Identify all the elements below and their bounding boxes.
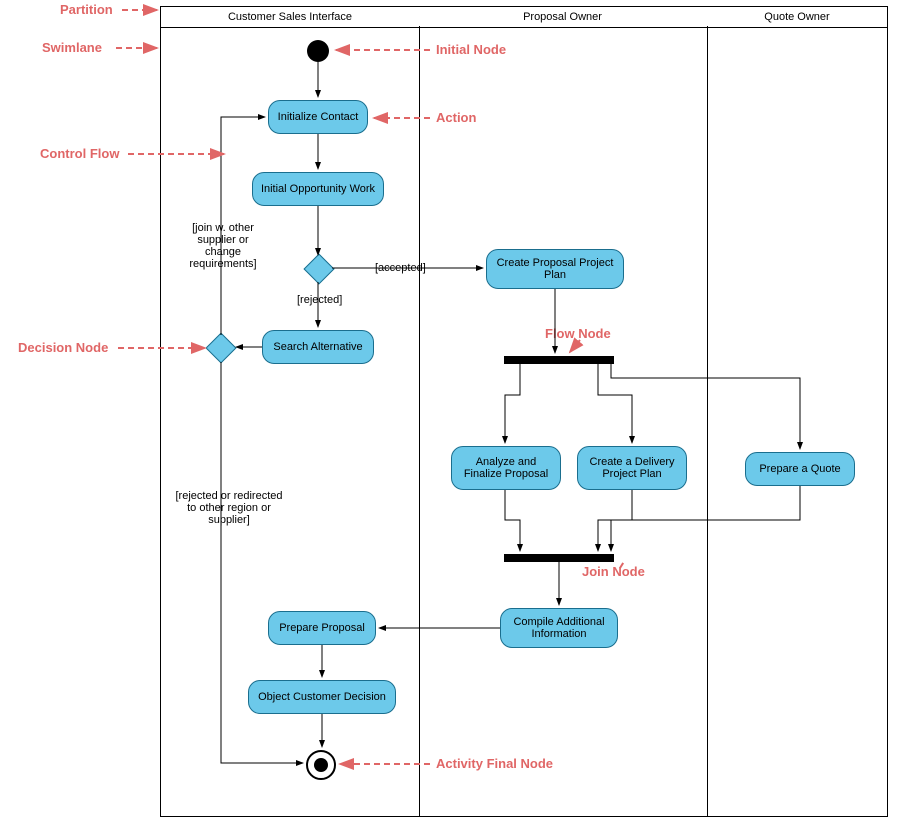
final-node-inner — [314, 758, 328, 772]
lane-header-1: Customer Sales Interface — [160, 6, 420, 28]
callout-decision-node: Decision Node — [18, 340, 108, 355]
callout-control-flow: Control Flow — [40, 146, 119, 161]
guard-join-other: [join w. other supplier or change requir… — [178, 222, 268, 270]
guard-accepted: [accepted] — [375, 262, 426, 274]
callout-final-node: Activity Final Node — [436, 756, 553, 771]
action-analyze-finalize: Analyze and Finalize Proposal — [451, 446, 561, 490]
initial-node — [307, 40, 329, 62]
final-node — [306, 750, 336, 780]
action-search-alternative: Search Alternative — [262, 330, 374, 364]
guard-rejected: [rejected] — [297, 294, 342, 306]
action-prepare-quote: Prepare a Quote — [745, 452, 855, 486]
action-prepare-proposal: Prepare Proposal — [268, 611, 376, 645]
lane-header-2: Proposal Owner — [418, 6, 708, 28]
join-bar — [504, 554, 614, 562]
callout-join-node: Join Node — [582, 564, 645, 579]
callout-action: Action — [436, 110, 476, 125]
action-initialize-contact: Initialize Contact — [268, 100, 368, 134]
guard-rejected-redirect: [rejected or redirected to other region … — [174, 490, 284, 526]
action-object-decision: Object Customer Decision — [248, 680, 396, 714]
callout-swimlane: Swimlane — [42, 40, 102, 55]
action-create-delivery: Create a Delivery Project Plan — [577, 446, 687, 490]
lane-header-3: Quote Owner — [707, 6, 888, 28]
callout-initial-node: Initial Node — [436, 42, 506, 57]
action-create-proposal-plan: Create Proposal Project Plan — [486, 249, 624, 289]
action-compile-info: Compile Additional Information — [500, 608, 618, 648]
lane-2 — [418, 26, 708, 817]
fork-bar — [504, 356, 614, 364]
callout-partition: Partition — [60, 2, 113, 17]
callout-flow-node: Flow Node — [545, 326, 611, 341]
action-initial-opportunity: Initial Opportunity Work — [252, 172, 384, 206]
lane-3 — [707, 26, 888, 817]
